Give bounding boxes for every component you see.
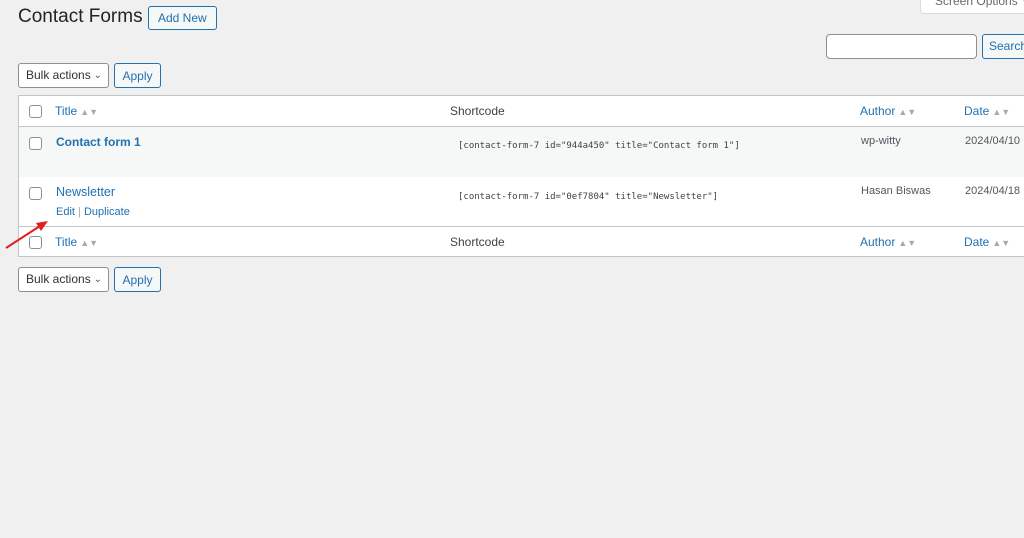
column-title[interactable]: Title ▲▼ bbox=[55, 235, 98, 249]
table-row: Newsletter Edit | Duplicate [contact-for… bbox=[19, 177, 1024, 227]
column-author-label: Author bbox=[860, 104, 896, 118]
contact-forms-table: Title ▲▼ Shortcode Author ▲▼ Date ▲▼ Contac… bbox=[18, 95, 1024, 257]
screen-options-button[interactable]: Screen Options▼ bbox=[920, 0, 1024, 14]
bulk-actions-select[interactable]: Bulk actions ⌄ bbox=[18, 63, 109, 88]
table-header: Title ▲▼ Shortcode Author ▲▼ Date ▲▼ bbox=[19, 96, 1024, 127]
screen-options-label: Screen Options bbox=[935, 0, 1018, 8]
column-title[interactable]: Title ▲▼ bbox=[55, 104, 98, 118]
bulk-actions-select[interactable]: Bulk actions ⌄ bbox=[18, 267, 109, 292]
sort-icon: ▲▼ bbox=[898, 107, 917, 117]
sort-icon: ▲▼ bbox=[992, 107, 1011, 117]
date: 2024/04/18 bbox=[965, 185, 1021, 197]
chevron-down-icon: ⌄ bbox=[93, 274, 102, 285]
row-checkbox[interactable] bbox=[29, 137, 42, 150]
column-shortcode: Shortcode bbox=[450, 235, 505, 249]
column-date[interactable]: Date ▲▼ bbox=[964, 104, 1010, 118]
column-author[interactable]: Author ▲▼ bbox=[860, 235, 916, 249]
search-button[interactable]: Search bbox=[982, 34, 1024, 59]
row-checkbox[interactable] bbox=[29, 187, 42, 200]
annotation-arrow-icon bbox=[5, 221, 48, 249]
column-author[interactable]: Author ▲▼ bbox=[860, 104, 916, 118]
page-title: Contact Forms bbox=[18, 6, 143, 27]
apply-button[interactable]: Apply bbox=[114, 267, 161, 292]
column-date-label: Date bbox=[964, 104, 990, 118]
table-footer: Title ▲▼ Shortcode Author ▲▼ Date ▲▼ bbox=[19, 226, 1024, 257]
add-new-button[interactable]: Add New bbox=[148, 6, 217, 30]
author: wp-witty bbox=[861, 135, 901, 147]
apply-button[interactable]: Apply bbox=[114, 63, 161, 88]
form-title-link[interactable]: Contact form 1 bbox=[56, 135, 141, 149]
chevron-down-icon: ⌄ bbox=[93, 70, 102, 81]
search-input[interactable] bbox=[826, 34, 977, 59]
author: Hasan Biswas bbox=[861, 185, 931, 197]
select-all-checkbox[interactable] bbox=[29, 105, 42, 118]
column-title-label: Title bbox=[55, 104, 78, 118]
row-actions-separator: | bbox=[78, 206, 81, 218]
sort-icon: ▲▼ bbox=[80, 238, 99, 248]
sort-icon: ▲▼ bbox=[80, 107, 99, 117]
column-author-label: Author bbox=[860, 235, 896, 249]
bulk-actions-label: Bulk actions bbox=[26, 68, 91, 82]
column-date[interactable]: Date ▲▼ bbox=[964, 235, 1010, 249]
date: 2024/04/10 bbox=[965, 135, 1021, 147]
form-title-link[interactable]: Newsletter bbox=[56, 185, 115, 199]
shortcode: [contact-form-7 id="0ef7804" title="News… bbox=[458, 192, 719, 202]
sort-icon: ▲▼ bbox=[992, 238, 1011, 248]
table-row: Contact form 1 [contact-form-7 id="944a4… bbox=[19, 127, 1024, 177]
bulk-actions-label: Bulk actions bbox=[26, 272, 91, 286]
column-shortcode: Shortcode bbox=[450, 104, 505, 118]
sort-icon: ▲▼ bbox=[898, 238, 917, 248]
row-actions: Edit | Duplicate bbox=[56, 206, 130, 218]
shortcode: [contact-form-7 id="944a450" title="Cont… bbox=[458, 141, 740, 151]
duplicate-link[interactable]: Duplicate bbox=[84, 206, 130, 218]
column-date-label: Date bbox=[964, 235, 990, 249]
